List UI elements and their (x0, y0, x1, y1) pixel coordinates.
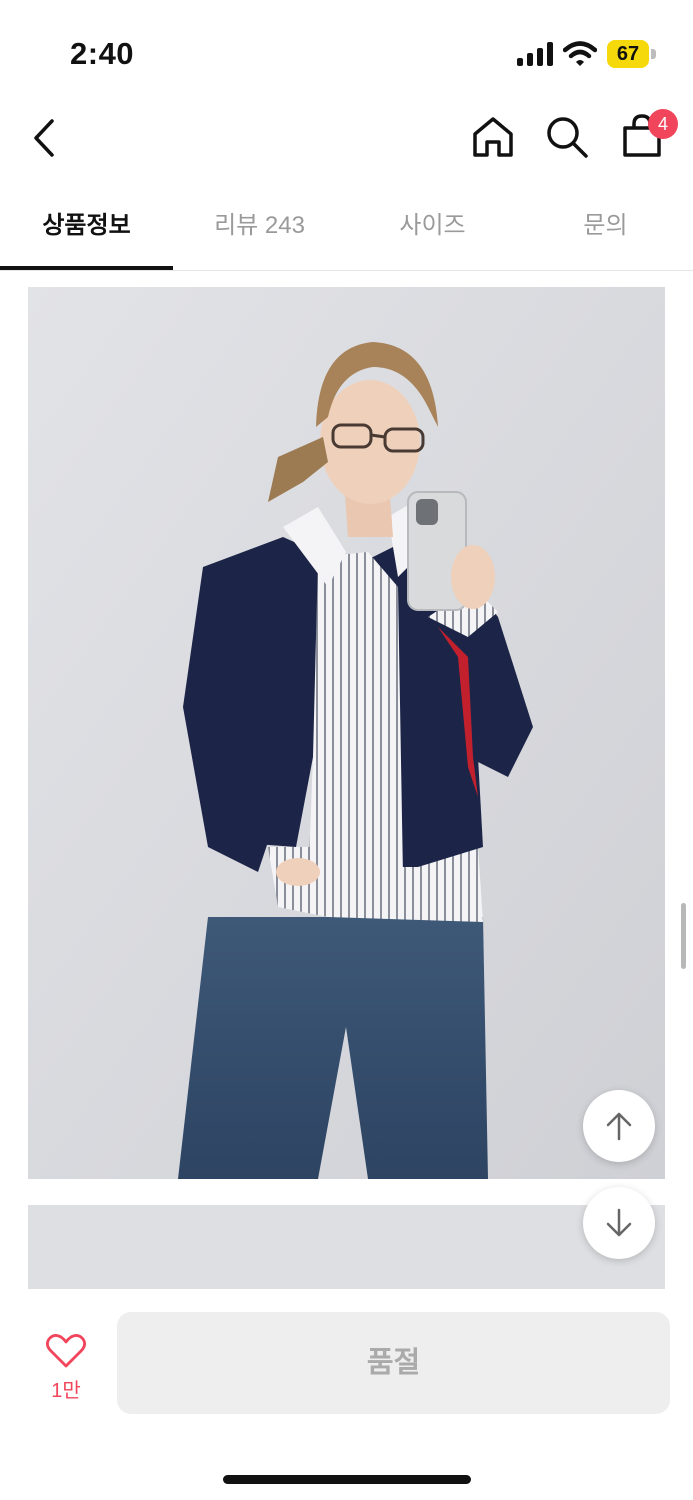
heart-outline-icon (46, 1334, 86, 1368)
like-button[interactable]: 1만 (36, 1330, 96, 1402)
status-bar: 2:40 67 (0, 0, 693, 100)
active-tab-indicator (0, 266, 173, 270)
product-photo (28, 287, 665, 1179)
status-time: 2:40 (70, 36, 135, 71)
battery-level: 67 (616, 43, 640, 65)
scrollbar[interactable] (681, 903, 686, 969)
product-photo-next (28, 1205, 665, 1289)
arrow-up-icon (606, 1112, 632, 1141)
tab-reviews[interactable]: 리뷰 243 (173, 196, 346, 270)
wifi-icon (563, 41, 597, 66)
tab-product-info[interactable]: 상품정보 (0, 196, 173, 270)
tab-inquiry[interactable]: 문의 (519, 196, 692, 270)
sold-out-button[interactable]: 품절 (117, 1312, 670, 1414)
home-icon[interactable] (470, 114, 516, 160)
back-icon[interactable] (28, 116, 64, 160)
scroll-to-top-button[interactable] (583, 1090, 655, 1162)
home-indicator (223, 1475, 471, 1484)
cart-count-badge: 4 (648, 109, 678, 139)
battery-icon: 67 (607, 40, 656, 68)
arrow-down-icon (606, 1208, 632, 1237)
search-icon[interactable] (544, 114, 590, 160)
scroll-to-bottom-button[interactable] (583, 1187, 655, 1259)
like-count: 1만 (51, 1380, 81, 1402)
product-tabs: 상품정보 리뷰 243 사이즈 문의 (0, 196, 693, 271)
tab-size[interactable]: 사이즈 (346, 196, 519, 270)
cellular-signal-icon (517, 42, 555, 66)
